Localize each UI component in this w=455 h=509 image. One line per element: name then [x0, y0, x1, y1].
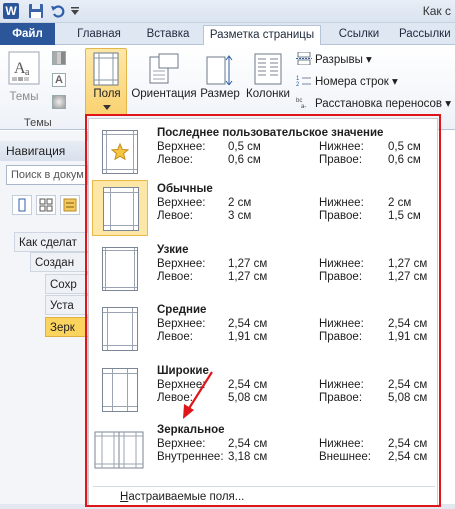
svg-text:a: a: [25, 67, 30, 78]
nav-heading-4[interactable]: Уста: [45, 295, 88, 315]
line-numbers-icon: 12: [296, 76, 311, 87]
tab-page-layout[interactable]: Разметка страницы: [203, 25, 321, 46]
margins-label: Поля: [93, 88, 121, 100]
word-app-icon[interactable]: W: [3, 3, 19, 19]
theme-effects-icon[interactable]: [52, 95, 66, 109]
browse-headings-icon[interactable]: [12, 195, 32, 215]
nav-heading-3-label: Сохр: [50, 279, 77, 291]
nav-heading-2[interactable]: Создан: [30, 252, 88, 272]
line-numbers-button[interactable]: 1 2 Номера строк ▾: [296, 73, 398, 91]
columns-label: Колонки: [246, 88, 290, 100]
ribbon-tabs: Файл Главная Вставка Разметка страницы С…: [0, 23, 455, 46]
navigation-pane: Навигация Поиск в докум Как сделат Созда…: [0, 131, 88, 509]
tab-insert[interactable]: Вставка: [139, 25, 197, 45]
columns-icon: [254, 53, 282, 85]
orientation-button[interactable]: Ориентация: [128, 49, 200, 113]
svg-text:a-: a-: [301, 104, 306, 109]
theme-colors-icon[interactable]: [52, 51, 66, 65]
svg-text:2: 2: [296, 82, 300, 87]
margins-icon: [93, 52, 119, 86]
hyphenation-icon: bca-: [296, 98, 306, 109]
nav-heading-5[interactable]: Зерк: [45, 317, 88, 337]
nav-heading-1-label: Как сделат: [19, 237, 77, 249]
navigation-title: Навигация: [0, 141, 88, 161]
browse-results-icon[interactable]: [60, 195, 80, 215]
nav-heading-2-label: Создан: [35, 257, 75, 269]
theme-fonts-icon[interactable]: A: [52, 73, 66, 87]
title-bar: W Как с: [0, 0, 455, 23]
breaks-button[interactable]: Разрывы ▾: [296, 51, 372, 69]
navigation-search-input[interactable]: Поиск в докум: [6, 165, 88, 185]
annotation-highlight-box: [85, 114, 441, 507]
hyphenation-label: Расстановка переносов ▾: [315, 98, 451, 110]
margins-dropdown-icon: [103, 105, 111, 110]
tab-file[interactable]: Файл: [0, 23, 55, 45]
browse-pages-icon[interactable]: [36, 195, 56, 215]
undo-icon[interactable]: [50, 3, 66, 19]
headings-view-icon: [18, 198, 26, 212]
tab-home[interactable]: Главная: [66, 25, 132, 45]
breaks-icon: [296, 52, 312, 65]
results-view-icon: [63, 198, 77, 212]
save-icon[interactable]: [28, 3, 44, 19]
nav-heading-5-label: Зерк: [50, 322, 75, 334]
tab-mailings[interactable]: Рассылки: [399, 25, 455, 45]
themes-group-label: Темы: [24, 117, 52, 129]
window-title: Как с: [422, 4, 451, 18]
margins-button[interactable]: Поля: [85, 48, 127, 116]
nav-heading-3[interactable]: Сохр: [45, 274, 88, 294]
themes-label: Темы: [9, 91, 39, 103]
tab-references[interactable]: Ссылки: [330, 25, 388, 45]
nav-heading-1[interactable]: Как сделат: [14, 232, 88, 252]
pages-view-icon: [39, 198, 53, 212]
size-button[interactable]: Размер: [200, 49, 240, 113]
orientation-label: Ориентация: [131, 88, 197, 100]
columns-button[interactable]: Колонки: [242, 49, 294, 113]
customize-quick-access-icon[interactable]: [70, 6, 80, 16]
nav-heading-4-label: Уста: [50, 300, 74, 312]
themes-button[interactable]: A a Темы: [4, 49, 44, 113]
size-label: Размер: [200, 88, 240, 100]
page-size-icon: [206, 55, 233, 85]
themes-icon: A a: [8, 51, 40, 85]
orientation-icon: [149, 53, 179, 84]
hyphenation-button[interactable]: bc a- Расстановка переносов ▾: [296, 95, 451, 113]
line-numbers-label: Номера строк ▾: [315, 76, 398, 88]
breaks-label: Разрывы ▾: [315, 54, 372, 66]
